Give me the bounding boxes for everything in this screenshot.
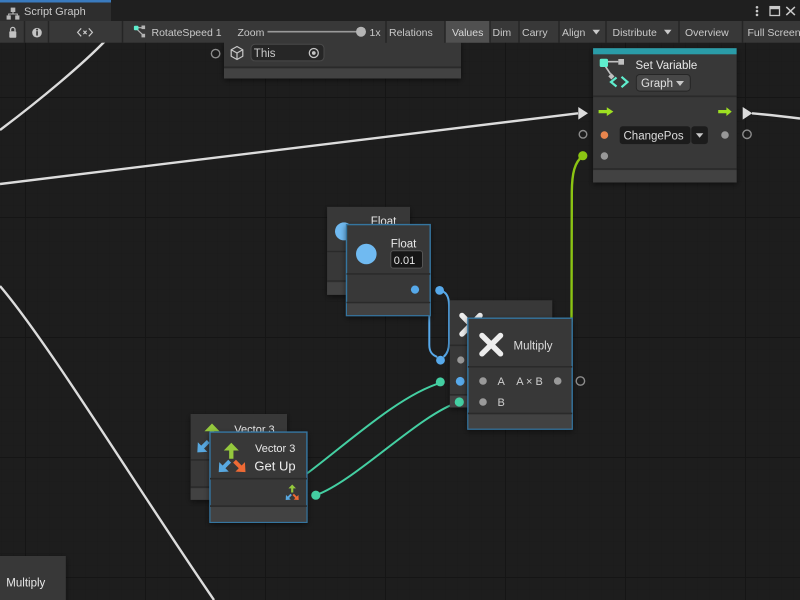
svg-text:Multiply: Multiply [6, 578, 45, 590]
svg-text:Values: Values [452, 27, 483, 39]
svg-text:Float: Float [391, 238, 417, 250]
svg-text:This: This [254, 48, 276, 60]
svg-text:Multiply: Multiply [514, 340, 553, 352]
svg-text:A × B: A × B [516, 376, 543, 388]
svg-text:ChangePos: ChangePos [624, 131, 684, 143]
svg-text:B: B [498, 397, 505, 409]
svg-text:Align: Align [562, 27, 586, 39]
svg-text:Overview: Overview [685, 27, 729, 39]
svg-text:A: A [498, 376, 506, 388]
svg-text:Get Up: Get Up [254, 459, 295, 474]
svg-text:1x: 1x [370, 27, 382, 39]
svg-text:Zoom: Zoom [238, 27, 265, 39]
svg-text:Relations: Relations [389, 27, 433, 39]
svg-text:RotateSpeed 1: RotateSpeed 1 [152, 27, 222, 39]
svg-text:Script Graph: Script Graph [24, 6, 86, 18]
svg-text:Dim: Dim [493, 27, 512, 39]
svg-text:Distribute: Distribute [613, 27, 658, 39]
svg-text:0.01: 0.01 [394, 255, 415, 267]
svg-text:Set Variable: Set Variable [636, 60, 698, 72]
svg-text:Graph: Graph [641, 78, 673, 90]
svg-text:Carry: Carry [522, 27, 548, 39]
svg-text:Vector 3: Vector 3 [255, 443, 295, 455]
svg-text:Full Screen: Full Screen [748, 27, 800, 39]
